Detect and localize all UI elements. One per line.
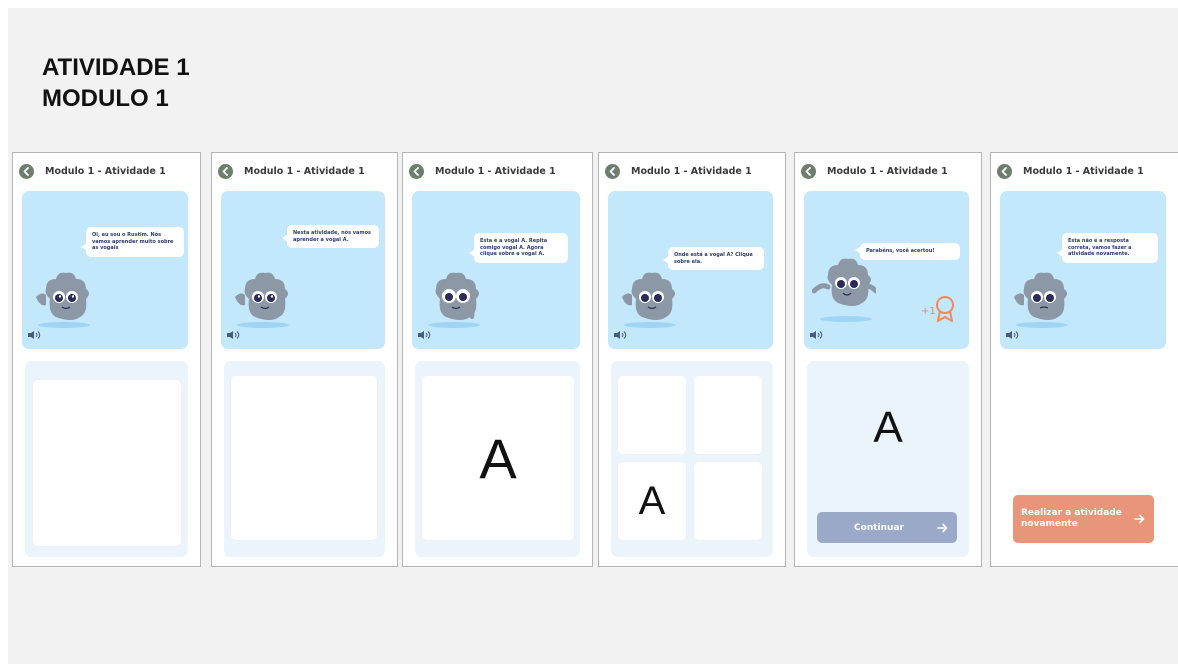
screen-title: Modulo 1 - Atividade 1	[45, 166, 166, 177]
empty-card	[32, 379, 182, 547]
speech-bubble: Nesta atividade, nós vamos aprender a vo…	[282, 225, 379, 248]
mascot-character	[235, 272, 289, 328]
screen-title: Modulo 1 - Atividade 1	[1023, 166, 1144, 177]
ribbon-award-icon	[936, 296, 954, 322]
option-card-vowel[interactable]: A	[617, 461, 687, 541]
empty-card	[230, 375, 378, 541]
screen-title: Modulo 1 - Atividade 1	[827, 166, 948, 177]
back-arrow-icon[interactable]	[997, 164, 1012, 179]
screen-topbar: Modulo 1 - Atividade 1	[403, 153, 592, 191]
answer-panel: A	[415, 361, 580, 557]
mascot-character	[622, 272, 676, 328]
heading-module: MODULO 1	[42, 85, 169, 112]
screen-topbar: Modulo 1 - Atividade 1	[212, 153, 397, 191]
speech-bubble: Onde está a vogal A? Clique sobre ela.	[663, 247, 764, 270]
mascot-character	[812, 258, 876, 322]
vowel-display: A	[873, 403, 903, 452]
speaker-icon[interactable]	[226, 330, 240, 340]
story-area: Esta é a vogal A. Repita comigo vogal A.…	[412, 191, 580, 349]
screen-title: Modulo 1 - Atividade 1	[631, 166, 752, 177]
heading-activity: ATIVIDADE 1	[42, 54, 190, 81]
speaker-icon[interactable]	[1005, 330, 1019, 340]
back-arrow-icon[interactable]	[19, 164, 34, 179]
back-arrow-icon[interactable]	[605, 164, 620, 179]
answer-panel: A	[611, 361, 773, 557]
page-heading: ATIVIDADE 1 MODULO 1	[42, 52, 190, 114]
speech-bubble: Esta é a vogal A. Repita comigo vogal A.…	[469, 233, 568, 263]
screen-present-vowel: Modulo 1 - Atividade 1 Esta é a vogal A.…	[402, 152, 593, 567]
story-area: Nesta atividade, nós vamos aprender a vo…	[221, 191, 385, 349]
back-arrow-icon[interactable]	[801, 164, 816, 179]
arrow-right-icon	[1134, 514, 1145, 524]
screen-title: Modulo 1 - Atividade 1	[244, 166, 365, 177]
speech-bubble: Oi, eu sou o Rustim. Nós vamos aprender …	[81, 227, 184, 257]
screen-topbar: Modulo 1 - Atividade 1	[599, 153, 785, 191]
screen-intro: Modulo 1 - Atividade 1 Oi, eu sou o Rust…	[12, 152, 201, 567]
continue-button-label: Continuar	[854, 522, 904, 533]
answer-panel	[224, 361, 385, 557]
screen-topbar: Modulo 1 - Atividade 1	[795, 153, 981, 191]
mascot-character	[1014, 272, 1068, 328]
story-area: Parabéns, você acertou! +1	[804, 191, 969, 349]
option-card[interactable]	[617, 375, 687, 455]
speaker-icon[interactable]	[27, 330, 41, 340]
answer-panel: A Continuar	[807, 361, 969, 557]
speaker-icon[interactable]	[613, 330, 627, 340]
story-area: Onde está a vogal A? Clique sobre ela.	[608, 191, 773, 349]
retry-button-label: Realizar a atividade novamente	[1021, 508, 1122, 529]
speech-bubble: Esta não é a resposta correta, vamos faz…	[1057, 233, 1158, 263]
story-area: Oi, eu sou o Rustim. Nós vamos aprender …	[22, 191, 188, 349]
arrow-right-icon	[937, 523, 948, 532]
mascot-character	[428, 272, 480, 328]
screen-activity-intro: Modulo 1 - Atividade 1 Nesta atividade, …	[211, 152, 398, 567]
screen-topbar: Modulo 1 - Atividade 1	[991, 153, 1178, 191]
retry-button[interactable]: Realizar a atividade novamente	[1013, 495, 1154, 543]
screen-incorrect: Modulo 1 - Atividade 1 Esta não é a resp…	[990, 152, 1178, 567]
screen-topbar: Modulo 1 - Atividade 1	[13, 153, 200, 191]
option-card[interactable]	[693, 375, 763, 455]
speaker-icon[interactable]	[809, 330, 823, 340]
continue-button[interactable]: Continuar	[817, 512, 957, 543]
back-arrow-icon[interactable]	[218, 164, 233, 179]
back-arrow-icon[interactable]	[409, 164, 424, 179]
screen-find-vowel: Modulo 1 - Atividade 1 Onde está a vogal…	[598, 152, 786, 567]
vowel-card[interactable]: A	[421, 375, 575, 541]
answer-panel	[25, 361, 188, 557]
mascot-character	[36, 272, 90, 328]
screen-correct: Modulo 1 - Atividade 1 Parabéns, você ac…	[794, 152, 982, 567]
option-card[interactable]	[693, 461, 763, 541]
story-area: Esta não é a resposta correta, vamos faz…	[1000, 191, 1166, 349]
screen-title: Modulo 1 - Atividade 1	[435, 166, 556, 177]
speaker-icon[interactable]	[417, 330, 431, 340]
